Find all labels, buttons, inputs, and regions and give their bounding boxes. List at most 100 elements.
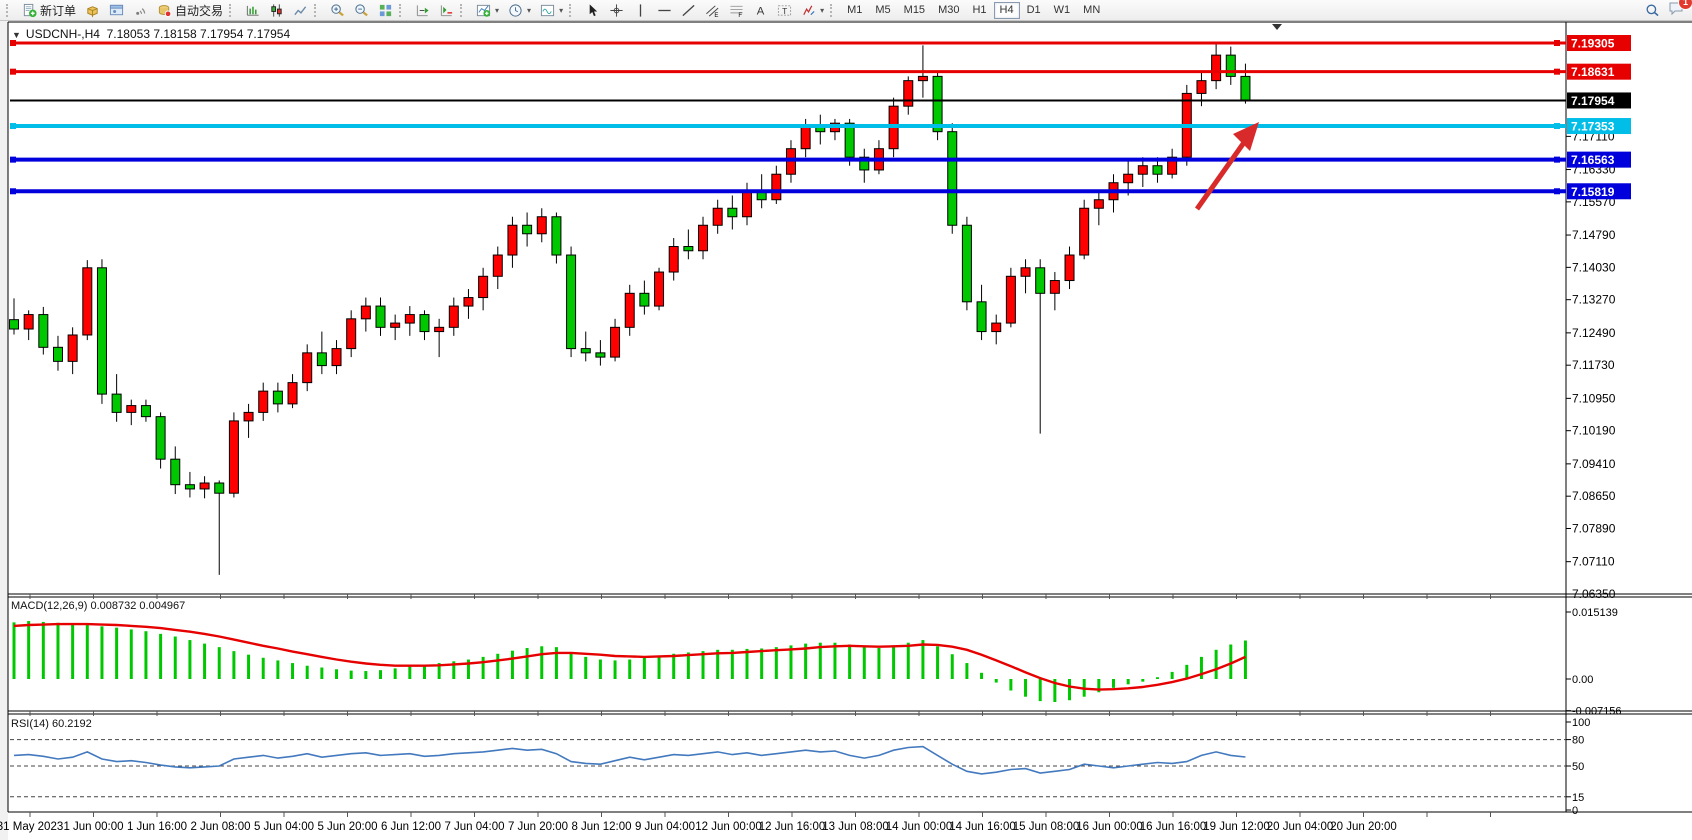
rsi-indicator-label: RSI(14) 60.2192 <box>11 718 92 730</box>
candle-body <box>1036 268 1045 294</box>
candlestick-chart-button[interactable] <box>264 1 288 20</box>
zoom-out-icon <box>353 2 369 18</box>
new-order-button[interactable]: 新订单 <box>17 1 80 20</box>
price-tag-label: 7.18631 <box>1571 65 1615 79</box>
line-handle[interactable] <box>10 157 16 163</box>
zoom-in-button[interactable] <box>325 1 349 20</box>
line-handle[interactable] <box>10 188 16 194</box>
candle-body <box>684 247 693 251</box>
candle-body <box>1226 55 1235 76</box>
cursor-tool-button[interactable] <box>580 1 604 20</box>
candle-body <box>801 127 810 148</box>
price-tag-label: 7.16563 <box>1571 153 1615 167</box>
rsi-tick-label: 50 <box>1572 761 1584 773</box>
line-handle[interactable] <box>1554 157 1560 163</box>
timeframe-m30[interactable]: M30 <box>932 2 965 19</box>
time-label: 2 Jun 08:00 <box>190 821 250 833</box>
candle-body <box>376 306 385 327</box>
template-button[interactable]: ▾ <box>535 1 567 20</box>
vertical-line-icon <box>632 2 648 18</box>
symbol-period: USDCNH-,H4 <box>26 27 100 41</box>
candle-body <box>435 327 444 331</box>
line-chart-button[interactable] <box>288 1 312 20</box>
candle-body <box>508 225 517 255</box>
timeframe-toolbar: M1M5M15M30H1H4D1W1MN <box>841 2 1106 19</box>
timeframe-m1[interactable]: M1 <box>841 2 868 19</box>
candle-body <box>1094 200 1103 209</box>
fibonacci-tool-button[interactable]: F <box>724 1 748 20</box>
period-clock-button[interactable]: ▾ <box>503 1 535 20</box>
timeframe-h1[interactable]: H1 <box>966 2 992 19</box>
chart-canvas[interactable]: 7.171107.163307.155707.147907.140307.132… <box>0 0 1692 840</box>
time-label: 20 Jun 20:00 <box>1330 821 1397 833</box>
crosshair-icon <box>608 2 624 18</box>
trendline-tool-button[interactable] <box>676 1 700 20</box>
chart-menu-triangle-icon[interactable]: ▼ <box>12 30 21 40</box>
candle-body <box>1021 268 1030 277</box>
line-handle[interactable] <box>1554 40 1560 46</box>
tile-windows-button[interactable] <box>373 1 397 20</box>
candle-body <box>1050 281 1059 294</box>
candle-body <box>24 315 33 329</box>
signals-button[interactable] <box>128 1 152 20</box>
timeframe-m5[interactable]: M5 <box>869 2 896 19</box>
price-tick-label: 7.10950 <box>1572 391 1616 405</box>
line-handle[interactable] <box>1554 188 1560 194</box>
svg-text:F: F <box>738 12 742 18</box>
timeframe-m15[interactable]: M15 <box>898 2 931 19</box>
svg-text:A: A <box>756 5 764 17</box>
auto-trading-button[interactable]: 自动交易 <box>152 1 227 20</box>
bar-chart-button[interactable] <box>240 1 264 20</box>
vertical-line-tool-button[interactable] <box>628 1 652 20</box>
terminal-window-button[interactable] <box>104 1 128 20</box>
line-handle[interactable] <box>10 123 16 129</box>
candle-body <box>728 208 737 217</box>
candle-body <box>948 132 957 226</box>
cube-button[interactable] <box>80 1 104 20</box>
candle-body <box>464 298 473 307</box>
text-tool-button[interactable]: A <box>748 1 772 20</box>
auto-scroll-button[interactable] <box>434 1 458 20</box>
left-gutter <box>0 21 8 840</box>
new-order-icon <box>21 2 37 18</box>
cube-icon <box>84 2 100 18</box>
text-icon: A <box>752 2 768 18</box>
time-label: 31 May 2023 <box>0 821 63 833</box>
add-indicator-button[interactable]: ▾ <box>471 1 503 20</box>
text-label-tool-button[interactable]: T <box>772 1 796 20</box>
candle-body <box>83 268 92 335</box>
time-label: 9 Jun 04:00 <box>635 821 695 833</box>
candle-body <box>171 459 180 485</box>
candle-body <box>669 247 678 273</box>
trendline-icon <box>680 2 696 18</box>
candle-body <box>1153 166 1162 175</box>
search-button[interactable] <box>1640 1 1664 20</box>
main-toolbar: 新订单 自动交易 ▾ ▾ ▾ E F A T ▾ M1M5M15M30H1H4D… <box>0 0 1692 21</box>
price-tag-label: 7.19305 <box>1571 37 1615 51</box>
horizontal-line-tool-button[interactable] <box>652 1 676 20</box>
toolbar-grip <box>229 4 236 17</box>
rsi-tick-label: 15 <box>1572 792 1584 804</box>
line-handle[interactable] <box>1554 69 1560 75</box>
auto-trading-label: 自动交易 <box>175 2 223 19</box>
line-handle[interactable] <box>1554 123 1560 129</box>
channel-tool-button[interactable]: E <box>700 1 724 20</box>
line-handle[interactable] <box>10 69 16 75</box>
zoom-out-button[interactable] <box>349 1 373 20</box>
timeframe-mn[interactable]: MN <box>1077 2 1106 19</box>
candle-body <box>596 353 605 357</box>
timeframe-d1[interactable]: D1 <box>1021 2 1047 19</box>
crosshair-tool-button[interactable] <box>604 1 628 20</box>
timeframe-w1[interactable]: W1 <box>1048 2 1077 19</box>
chart-shift-button[interactable] <box>410 1 434 20</box>
candle-body <box>918 76 927 80</box>
candle-body <box>537 217 546 234</box>
time-label: 13 Jun 08:00 <box>822 821 889 833</box>
timeframe-h4[interactable]: H4 <box>994 2 1020 19</box>
candle-body <box>127 406 136 413</box>
candle-body <box>449 306 458 327</box>
arrows-tool-button[interactable]: ▾ <box>796 1 828 20</box>
candle-body <box>259 391 268 412</box>
candle-body <box>992 323 1001 332</box>
chevron-down-icon: ▾ <box>527 6 531 15</box>
